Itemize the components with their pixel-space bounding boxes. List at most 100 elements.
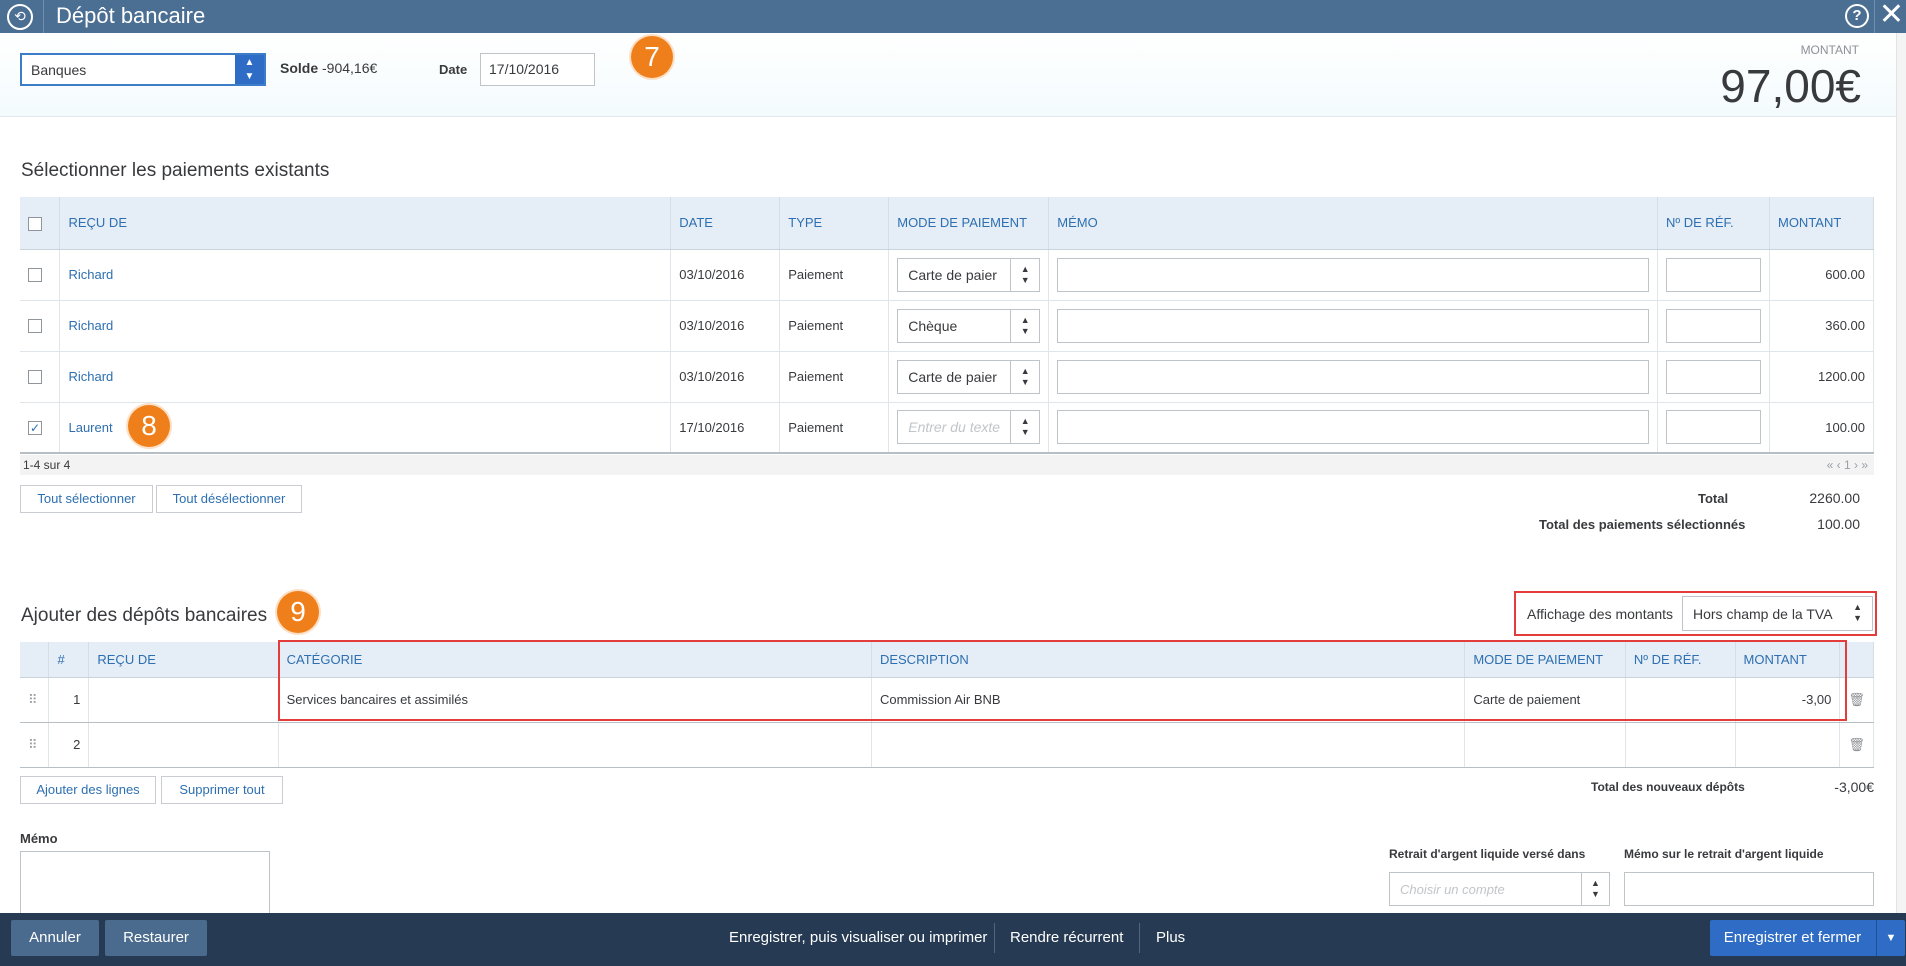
cell-number: 1 <box>48 677 90 723</box>
save-and-print-link[interactable]: Enregistrer, puis visualiser ou imprimer <box>729 929 987 946</box>
cell-recu[interactable] <box>88 722 279 768</box>
amount-display-label: Affichage des montants <box>1527 606 1674 622</box>
pagination: 1-4 sur 4 « ‹ 1 › » <box>20 455 1874 475</box>
delete-all-button[interactable]: Supprimer tout <box>161 776 283 804</box>
checkbox[interactable] <box>28 319 42 334</box>
divider <box>1874 0 1875 33</box>
checkbox[interactable] <box>28 268 42 283</box>
cell-mode[interactable] <box>1464 722 1626 768</box>
col-date: DATE <box>670 197 781 250</box>
more-link[interactable]: Plus <box>1156 929 1185 946</box>
balance: Solde -904,16€ <box>280 60 377 76</box>
payment-method-placeholder: Entrer du texte <box>908 419 1001 436</box>
header-band: Banques ▲ ▼ Solde -904,16€ Date 17/10/201… <box>0 33 1906 117</box>
close-icon[interactable]: ✕ <box>1879 0 1904 30</box>
memo-input[interactable] <box>1057 410 1650 445</box>
deselect-all-button[interactable]: Tout désélectionner <box>156 485 302 513</box>
table-row: Richard 03/10/2016 Paiement Carte de pai… <box>20 351 1875 403</box>
cell-recu[interactable] <box>88 677 279 723</box>
cash-back-memo-input[interactable] <box>1624 872 1874 906</box>
balance-value: -904,16€ <box>322 60 378 76</box>
cell-categorie[interactable] <box>278 722 872 768</box>
save-and-close-button[interactable]: Enregistrer et fermer ▼ <box>1710 920 1905 956</box>
select-arrows-icon[interactable]: ▲ ▼ <box>1010 360 1039 393</box>
divider <box>994 923 995 953</box>
date-label: Date <box>439 62 468 77</box>
cash-back-account-select[interactable]: Choisir un compte ▲ ▼ <box>1389 872 1610 906</box>
make-recurring-link[interactable]: Rendre récurrent <box>1010 929 1123 946</box>
history-icon[interactable]: ⟲ <box>7 4 33 30</box>
help-icon[interactable]: ? <box>1845 4 1869 28</box>
chevron-down-icon[interactable]: ▼ <box>1876 920 1905 956</box>
ref-input[interactable] <box>1666 257 1761 292</box>
table-header: REÇU DE DATE TYPE MODE DE PAIEMENT MÉMO … <box>20 197 1875 250</box>
account-select[interactable]: Banques ▲ ▼ <box>20 53 266 86</box>
select-arrows-icon[interactable]: ▲ ▼ <box>1010 411 1039 444</box>
payment-method-select[interactable]: Entrer du texte ▲ ▼ <box>897 410 1041 445</box>
drag-handle-icon[interactable]: ⠿ <box>20 722 50 768</box>
ref-input[interactable] <box>1666 308 1761 343</box>
add-lines-button[interactable]: Ajouter des lignes <box>20 776 156 804</box>
ref-input[interactable] <box>1666 410 1761 445</box>
memo-input[interactable] <box>1057 359 1650 394</box>
cash-back-placeholder: Choisir un compte <box>1400 882 1505 897</box>
highlight-box <box>278 640 1847 721</box>
total-label: Total <box>1698 491 1729 506</box>
title-bar: ⟲ Dépôt bancaire ? ✕ <box>0 0 1906 33</box>
cancel-button[interactable]: Annuler <box>11 920 99 956</box>
new-deposits-total-value: -3,00€ <box>1834 779 1874 795</box>
select-arrows-icon[interactable]: ▲ ▼ <box>1010 258 1039 291</box>
amount-display-select[interactable]: Hors champ de la TVA ▲ ▼ <box>1682 596 1873 631</box>
ref-input[interactable] <box>1666 359 1761 394</box>
restore-button[interactable]: Restaurer <box>105 920 207 956</box>
save-and-close-label[interactable]: Enregistrer et fermer <box>1710 920 1875 956</box>
memo-input[interactable] <box>1057 308 1650 343</box>
select-all-checkbox-cell[interactable] <box>20 197 61 250</box>
amount-display-value: Hors champ de la TVA <box>1693 606 1833 622</box>
payment-method-select[interactable]: Carte de paier ▲ ▼ <box>897 257 1041 292</box>
cell-type: Paiement <box>779 249 890 301</box>
col-ref: Nº DE RÉF. <box>1657 197 1770 250</box>
payer-link[interactable]: Richard <box>59 300 672 352</box>
cash-back-memo-label: Mémo sur le retrait d'argent liquide <box>1624 847 1824 861</box>
payment-method-select[interactable]: Chèque ▲ ▼ <box>897 308 1041 343</box>
cell-date: 03/10/2016 <box>670 300 781 352</box>
cell-montant[interactable] <box>1735 722 1841 768</box>
checkbox[interactable] <box>28 370 42 385</box>
selected-total-label: Total des paiements sélectionnés <box>1539 517 1746 532</box>
cell-montant: 100.00 <box>1769 402 1875 454</box>
payment-method-value: Carte de paier <box>908 266 997 283</box>
col-montant: MONTANT <box>1769 197 1875 250</box>
col-recu: REÇU DE <box>88 642 279 678</box>
checkbox-checked[interactable]: ✓ <box>28 421 42 436</box>
cell-ref[interactable] <box>1625 722 1736 768</box>
cash-back-account-label: Retrait d'argent liquide versé dans <box>1389 847 1586 861</box>
cell-description[interactable] <box>871 722 1466 768</box>
vertical-scrollbar[interactable] <box>1896 33 1906 913</box>
checkbox[interactable] <box>28 216 42 231</box>
select-all-button[interactable]: Tout sélectionner <box>20 485 153 513</box>
date-input[interactable]: 17/10/2016 <box>480 53 595 86</box>
memo-input[interactable] <box>1057 257 1650 292</box>
pagination-nav[interactable]: « ‹ 1 › » <box>1827 458 1868 472</box>
select-arrows-icon[interactable]: ▲ ▼ <box>1853 602 1862 624</box>
select-arrows-icon[interactable]: ▲ ▼ <box>235 55 264 84</box>
footer-bar: Annuler Restaurer Enregistrer, puis visu… <box>0 913 1906 966</box>
memo-textarea[interactable] <box>20 851 270 917</box>
balance-label: Solde <box>280 60 319 76</box>
payments-section-title: Sélectionner les paiements existants <box>21 160 330 181</box>
payment-method-select[interactable]: Carte de paier ▲ ▼ <box>897 359 1041 394</box>
drag-handle-icon[interactable]: ⠿ <box>20 677 50 723</box>
trash-icon[interactable]: 🗑 <box>1839 722 1874 768</box>
table-row: Richard 03/10/2016 Paiement Carte de pai… <box>20 249 1875 301</box>
table-row: ⠿ 2 🗑 <box>20 722 1874 768</box>
new-deposits-total-label: Total des nouveaux dépôts <box>1591 780 1745 794</box>
payer-link[interactable]: Richard <box>59 249 672 301</box>
col-type: TYPE <box>779 197 890 250</box>
annotation-badge-9: 9 <box>277 591 319 633</box>
table-row: Richard 03/10/2016 Paiement Chèque ▲ ▼ 360… <box>20 300 1875 352</box>
deposits-section-title: Ajouter des dépôts bancaires <box>21 605 268 626</box>
payer-link[interactable]: Richard <box>59 351 672 403</box>
select-arrows-icon[interactable]: ▲ ▼ <box>1010 309 1039 342</box>
select-arrows-icon[interactable]: ▲ ▼ <box>1581 873 1609 905</box>
